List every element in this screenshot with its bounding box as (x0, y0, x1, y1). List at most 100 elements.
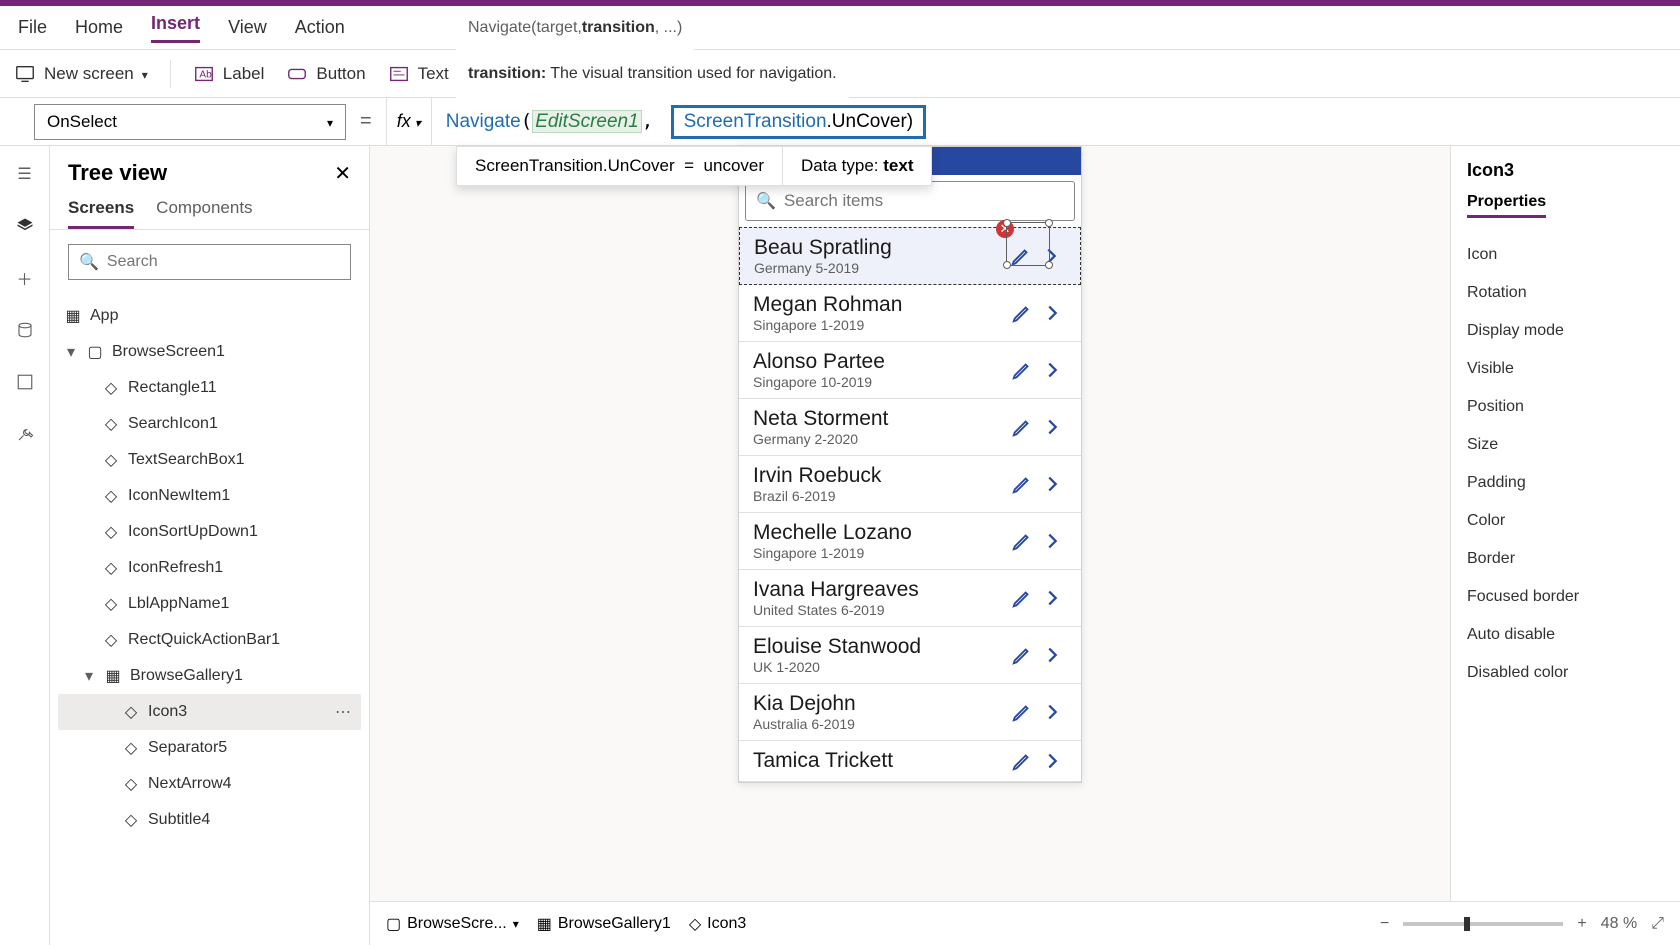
property-row[interactable]: Size (1467, 426, 1664, 464)
property-row[interactable]: Color (1467, 502, 1664, 540)
tab-screens[interactable]: Screens (68, 198, 134, 229)
property-row[interactable]: Position (1467, 388, 1664, 426)
data-icon[interactable] (13, 318, 37, 342)
property-row[interactable]: Auto disable (1467, 616, 1664, 654)
param-hint: transition:The visual transition used fo… (456, 50, 849, 98)
list-item[interactable]: Elouise StanwoodUK 1-2020 (739, 627, 1081, 684)
item-subtitle: Singapore 10-2019 (753, 374, 1007, 390)
edit-icon[interactable] (1007, 473, 1037, 495)
fullscreen-icon[interactable]: ⤢ (1651, 915, 1664, 933)
tree-node[interactable]: ◇Subtitle4 (58, 802, 361, 838)
layers-icon[interactable] (13, 214, 37, 238)
selection-handles[interactable] (1006, 222, 1050, 266)
tree-node[interactable]: ◇NextArrow4 (58, 766, 361, 802)
property-row[interactable]: Icon (1467, 236, 1664, 274)
plus-icon[interactable]: ＋ (13, 266, 37, 290)
chevron-right-icon[interactable] (1037, 302, 1067, 324)
chevron-right-icon[interactable] (1037, 359, 1067, 381)
item-name: Alonso Partee (753, 350, 1007, 374)
phone-search[interactable]: 🔍 (745, 181, 1075, 221)
property-row[interactable]: Focused border (1467, 578, 1664, 616)
tree-node[interactable]: ◇IconSortUpDown1 (58, 514, 361, 550)
list-item[interactable]: Kia DejohnAustralia 6-2019 (739, 684, 1081, 741)
edit-icon[interactable] (1007, 644, 1037, 666)
menu-insert[interactable]: Insert (151, 13, 200, 43)
property-row[interactable]: Visible (1467, 350, 1664, 388)
tree-search[interactable]: 🔍 (68, 244, 351, 280)
phone-search-input[interactable] (784, 191, 1064, 211)
property-row[interactable]: Disabled color (1467, 654, 1664, 692)
property-row[interactable]: Padding (1467, 464, 1664, 502)
edit-icon[interactable] (1007, 587, 1037, 609)
breadcrumb-gallery[interactable]: ▦ BrowseGallery1 (537, 914, 671, 934)
zoom-slider[interactable] (1403, 922, 1563, 926)
tree-title: Tree view (68, 160, 167, 186)
list-item[interactable]: Neta StormentGermany 2-2020 (739, 399, 1081, 456)
chevron-right-icon[interactable] (1037, 750, 1067, 772)
chevron-right-icon[interactable] (1037, 701, 1067, 723)
tree-node[interactable]: ◇RectQuickActionBar1 (58, 622, 361, 658)
button-button[interactable]: Button (286, 63, 365, 85)
new-screen-button[interactable]: New screen (14, 63, 148, 85)
tree-node-app[interactable]: ▦App (58, 298, 361, 334)
property-row[interactable]: Border (1467, 540, 1664, 578)
chevron-right-icon[interactable] (1037, 587, 1067, 609)
tree-node[interactable]: ◇TextSearchBox1 (58, 442, 361, 478)
edit-icon[interactable] (1007, 701, 1037, 723)
canvas: 🔍 ✕Beau SpratlingGermany 5-2019Megan Roh… (370, 146, 1450, 945)
tree-node[interactable]: ◇Rectangle11 (58, 370, 361, 406)
item-name: Beau Spratling (754, 236, 1006, 260)
list-item[interactable]: Tamica Trickett (739, 741, 1081, 782)
list-item[interactable]: Ivana HargreavesUnited States 6-2019 (739, 570, 1081, 627)
edit-icon[interactable] (1007, 359, 1037, 381)
media-icon[interactable] (13, 370, 37, 394)
tree-node[interactable]: ◇LblAppName1 (58, 586, 361, 622)
hamburger-icon[interactable]: ☰ (13, 162, 37, 186)
screen-icon (14, 63, 36, 85)
chevron-right-icon[interactable] (1037, 473, 1067, 495)
tree-node[interactable]: ◇Separator5 (58, 730, 361, 766)
edit-icon[interactable] (1007, 530, 1037, 552)
tree-search-input[interactable] (107, 253, 340, 271)
edit-icon[interactable] (1007, 302, 1037, 324)
tools-icon[interactable] (13, 422, 37, 446)
property-row[interactable]: Display mode (1467, 312, 1664, 350)
chevron-right-icon[interactable] (1037, 644, 1067, 666)
phone-preview: 🔍 ✕Beau SpratlingGermany 5-2019Megan Roh… (738, 146, 1082, 783)
breadcrumb-icon[interactable]: ◇ Icon3 (689, 914, 746, 934)
edit-icon[interactable] (1007, 750, 1037, 772)
tree-node[interactable]: ◇IconRefresh1 (58, 550, 361, 586)
property-row[interactable]: Rotation (1467, 274, 1664, 312)
chevron-down-icon (415, 111, 421, 132)
chevron-down-icon (327, 112, 333, 132)
tree-node[interactable]: ◇IconNewItem1 (58, 478, 361, 514)
properties-tab[interactable]: Properties (1467, 193, 1546, 218)
chevron-right-icon[interactable] (1037, 530, 1067, 552)
property-dropdown[interactable]: OnSelect (34, 104, 346, 140)
list-item[interactable]: ✕Beau SpratlingGermany 5-2019 (739, 227, 1081, 285)
zoom-out[interactable]: − (1380, 915, 1389, 933)
breadcrumb-screen[interactable]: ▢ BrowseScre... (386, 914, 519, 934)
menu-view[interactable]: View (228, 17, 267, 38)
tree-node-gallery[interactable]: ▾▦BrowseGallery1 (58, 658, 361, 694)
menu-file[interactable]: File (18, 17, 47, 38)
list-item[interactable]: Mechelle LozanoSingapore 1-2019 (739, 513, 1081, 570)
menu-action[interactable]: Action (295, 17, 345, 38)
edit-icon[interactable] (1007, 416, 1037, 438)
list-item[interactable]: Megan RohmanSingapore 1-2019 (739, 285, 1081, 342)
tab-components[interactable]: Components (156, 198, 252, 229)
item-name: Ivana Hargreaves (753, 578, 1007, 602)
text-button[interactable]: Text (388, 63, 463, 85)
tree-node-screen[interactable]: ▾▢BrowseScreen1 (58, 334, 361, 370)
zoom-in[interactable]: + (1577, 915, 1586, 933)
list-item[interactable]: Irvin RoebuckBrazil 6-2019 (739, 456, 1081, 513)
close-icon[interactable]: ✕ (334, 161, 351, 186)
formula-bar[interactable]: Navigate(EditScreen1, ScreenTransition.U… (432, 105, 1680, 139)
tree-node[interactable]: ◇Icon3⋯ (58, 694, 361, 730)
chevron-right-icon[interactable] (1037, 416, 1067, 438)
fx-button[interactable]: fx (386, 98, 432, 145)
list-item[interactable]: Alonso ParteeSingapore 10-2019 (739, 342, 1081, 399)
label-button[interactable]: Ab Label (193, 63, 265, 85)
menu-home[interactable]: Home (75, 17, 123, 38)
tree-node[interactable]: ◇SearchIcon1 (58, 406, 361, 442)
